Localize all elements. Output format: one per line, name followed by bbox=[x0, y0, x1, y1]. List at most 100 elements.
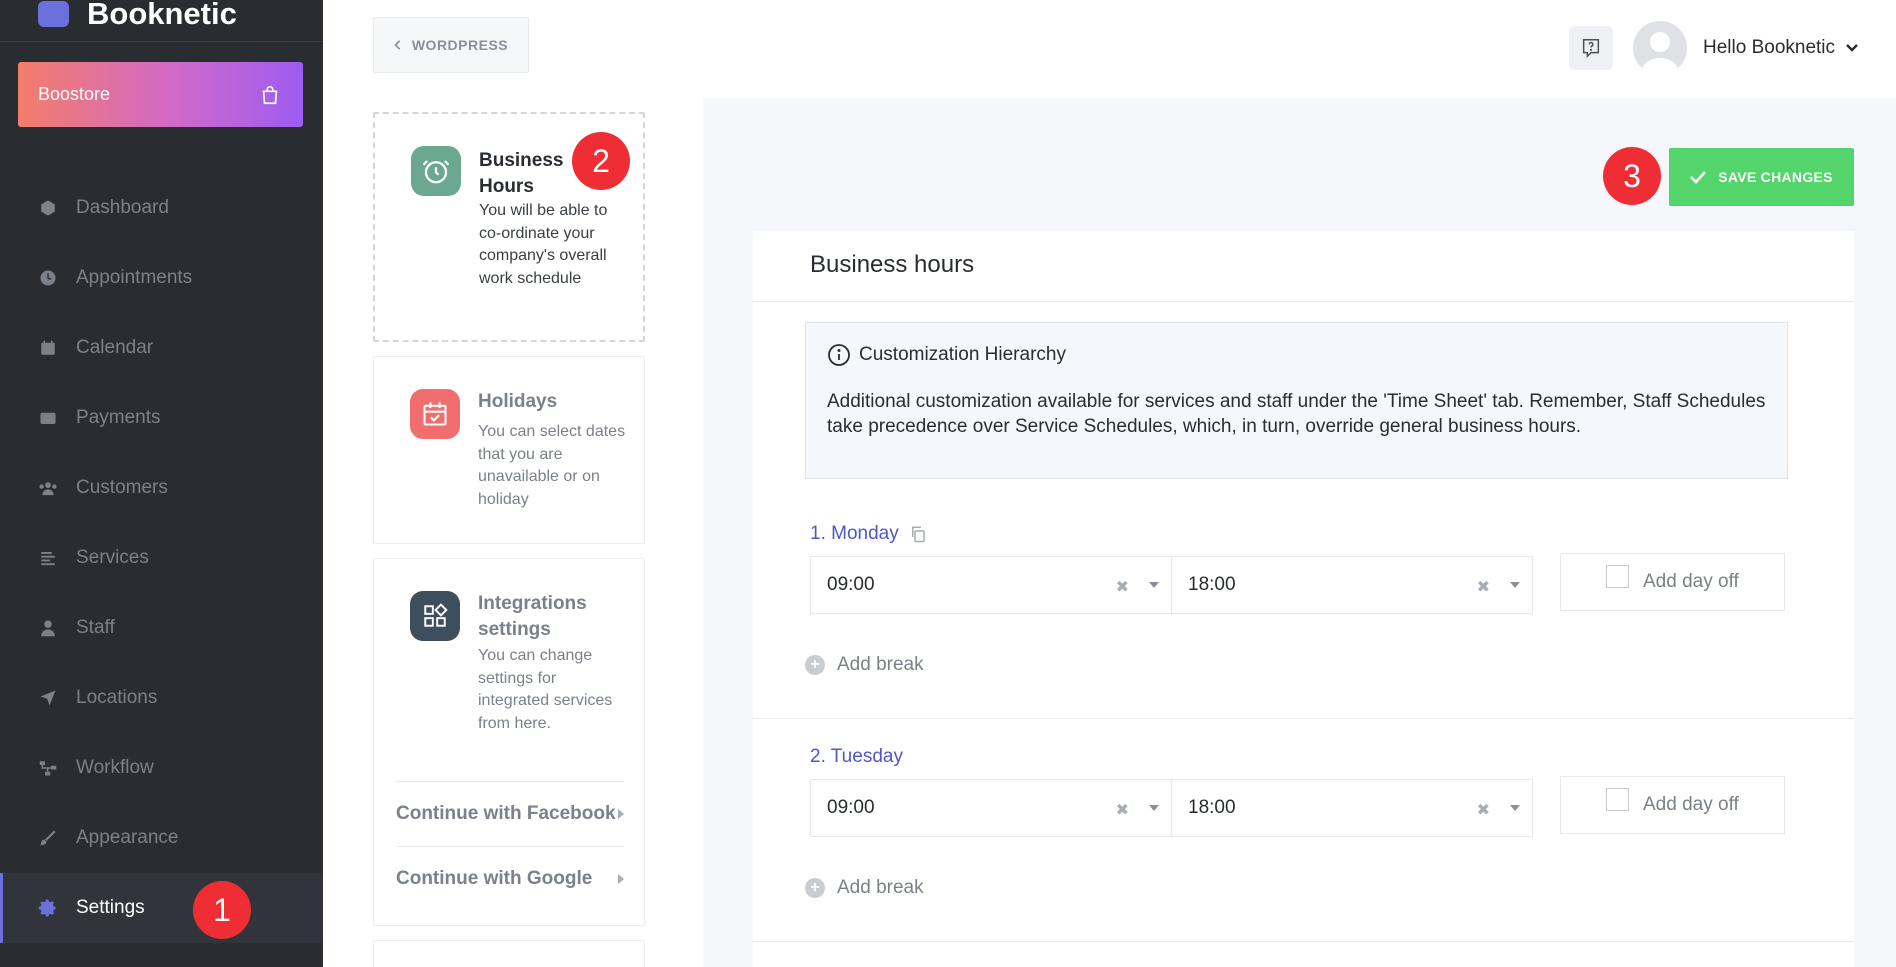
card-description: You will be able to co-ordinate your com… bbox=[479, 202, 608, 287]
info-circle-icon bbox=[828, 344, 850, 366]
info-header: Customization Hierarchy bbox=[827, 343, 1066, 367]
settings-card-holidays[interactable]: Holidays You can select dates that you a… bbox=[373, 356, 645, 544]
monday-dayoff-toggle[interactable]: Add day off bbox=[1560, 553, 1785, 611]
step-badge-1: 1 bbox=[193, 881, 251, 939]
card-title: Holidays bbox=[478, 391, 558, 412]
sidebar-item-staff[interactable]: Staff bbox=[0, 593, 323, 663]
chevron-down-icon[interactable] bbox=[1845, 38, 1859, 58]
calendar-icon bbox=[38, 338, 58, 358]
sidebar-item-label: Appearance bbox=[76, 827, 179, 848]
monday-add-break-button[interactable]: + Add break bbox=[805, 654, 924, 676]
sidebar-item-appearance[interactable]: Appearance bbox=[0, 803, 323, 873]
sidebar-item-label: Settings bbox=[76, 897, 145, 918]
check-icon bbox=[1690, 171, 1707, 184]
brand-name: Booknetic bbox=[87, 0, 237, 31]
sidebar-item-locations[interactable]: Locations bbox=[0, 663, 323, 733]
tuesday-start-select[interactable]: 09:00 ✖ bbox=[810, 779, 1172, 837]
caret-down-icon[interactable] bbox=[1510, 805, 1520, 811]
day-name: 1. Monday bbox=[810, 523, 899, 544]
back-to-wordpress-button[interactable]: WORDPRESS bbox=[373, 17, 529, 73]
day-divider bbox=[753, 718, 1854, 719]
copy-icon[interactable] bbox=[909, 525, 927, 543]
sidebar-item-label: Customers bbox=[76, 477, 168, 498]
workflow-icon bbox=[38, 758, 58, 778]
topbar: WORDPRESS Hello Booknetic bbox=[323, 0, 1896, 98]
main-content: SAVE CHANGES Business hours Customizatio… bbox=[703, 98, 1896, 967]
card-title: Integrations settings bbox=[478, 593, 587, 640]
caret-down-icon[interactable] bbox=[1510, 582, 1520, 588]
select-value: 18:00 bbox=[1188, 574, 1236, 595]
panel-divider bbox=[753, 301, 1854, 302]
step-badge-2: 2 bbox=[572, 132, 630, 190]
sidebar-item-dashboard[interactable]: Dashboard bbox=[0, 173, 323, 243]
plus-circle-icon: + bbox=[805, 655, 825, 675]
boostore-button[interactable]: Boostore bbox=[18, 62, 303, 127]
save-changes-button[interactable]: SAVE CHANGES bbox=[1669, 148, 1854, 206]
boostore-label: Boostore bbox=[38, 84, 111, 104]
select-value: 18:00 bbox=[1188, 797, 1236, 818]
sidebar-item-calendar[interactable]: Calendar bbox=[0, 313, 323, 383]
brush-icon bbox=[38, 828, 58, 848]
monday-start-select[interactable]: 09:00 ✖ bbox=[810, 556, 1172, 614]
add-break-label: Add break bbox=[837, 877, 924, 898]
settings-card-next[interactable] bbox=[373, 940, 645, 967]
sidebar-item-payments[interactable]: Payments bbox=[0, 383, 323, 453]
sidebar-item-label: Calendar bbox=[76, 337, 154, 358]
wallet-icon bbox=[38, 408, 58, 428]
monday-end-select[interactable]: 18:00 ✖ bbox=[1171, 556, 1533, 614]
info-title: Customization Hierarchy bbox=[859, 344, 1066, 365]
user-greeting[interactable]: Hello Booknetic bbox=[1703, 37, 1835, 59]
tuesday-add-break-button[interactable]: + Add break bbox=[805, 877, 924, 899]
sidebar-divider bbox=[0, 41, 323, 42]
avatar[interactable] bbox=[1633, 21, 1687, 75]
step-badge-3: 3 bbox=[1603, 147, 1661, 205]
panel-title: Business hours bbox=[810, 251, 975, 278]
brand-logo-icon bbox=[38, 0, 69, 27]
clear-icon[interactable]: ✖ bbox=[1477, 577, 1490, 597]
sidebar-item-label: Workflow bbox=[76, 757, 154, 778]
brand[interactable]: Booknetic bbox=[38, 0, 237, 41]
info-box: Customization Hierarchy Additional custo… bbox=[805, 322, 1788, 479]
chevron-left-icon bbox=[394, 40, 401, 50]
card-description: You can change settings for integrated s… bbox=[478, 647, 613, 732]
info-text: Additional customization available for s… bbox=[827, 391, 1766, 437]
help-button[interactable] bbox=[1569, 26, 1613, 70]
caret-down-icon[interactable] bbox=[1149, 805, 1159, 811]
day-label-monday: 1. Monday bbox=[810, 523, 927, 545]
sidebar-item-settings[interactable]: Settings bbox=[0, 873, 323, 943]
integrations-grid-icon bbox=[410, 591, 460, 641]
tuesday-end-select[interactable]: 18:00 ✖ bbox=[1171, 779, 1533, 837]
sidebar-item-label: Staff bbox=[76, 617, 115, 638]
tuesday-dayoff-toggle[interactable]: Add day off bbox=[1560, 776, 1785, 834]
card-description: You can select dates that you are unavai… bbox=[478, 423, 626, 508]
dayoff-label: Add day off bbox=[1643, 571, 1739, 592]
continue-with-google-link[interactable]: Continue with Google bbox=[396, 846, 624, 910]
sidebar-item-services[interactable]: Services bbox=[0, 523, 323, 593]
dayoff-label: Add day off bbox=[1643, 794, 1739, 815]
sidebar-item-customers[interactable]: Customers bbox=[0, 453, 323, 523]
clear-icon[interactable]: ✖ bbox=[1116, 577, 1129, 597]
alarm-clock-icon bbox=[411, 146, 461, 196]
user-icon bbox=[38, 618, 58, 638]
plus-circle-icon: + bbox=[805, 878, 825, 898]
sidebar-item-appointments[interactable]: Appointments bbox=[0, 243, 323, 313]
select-value: 09:00 bbox=[827, 797, 875, 818]
link-label: Continue with Facebook bbox=[396, 802, 616, 824]
users-icon bbox=[38, 478, 58, 498]
sidebar-item-workflow[interactable]: Workflow bbox=[0, 733, 323, 803]
clear-icon[interactable]: ✖ bbox=[1477, 800, 1490, 820]
user-avatar-icon bbox=[1640, 32, 1680, 75]
sidebar: Booknetic Boostore Dashboard Appointment… bbox=[0, 0, 323, 967]
location-arrow-icon bbox=[38, 688, 58, 708]
clock-icon bbox=[38, 268, 58, 288]
day-divider bbox=[753, 941, 1854, 942]
continue-with-facebook-link[interactable]: Continue with Facebook bbox=[396, 781, 624, 845]
dayoff-checkbox[interactable] bbox=[1606, 787, 1629, 811]
sidebar-nav: Dashboard Appointments Calendar Payments… bbox=[0, 173, 323, 943]
caret-down-icon[interactable] bbox=[1149, 582, 1159, 588]
settings-menu: Business Hours You will be able to co-or… bbox=[323, 98, 703, 967]
settings-card-integrations[interactable]: Integrations settings You can change set… bbox=[373, 558, 645, 926]
clear-icon[interactable]: ✖ bbox=[1116, 800, 1129, 820]
dayoff-checkbox[interactable] bbox=[1606, 564, 1629, 588]
back-label: WORDPRESS bbox=[411, 37, 509, 53]
